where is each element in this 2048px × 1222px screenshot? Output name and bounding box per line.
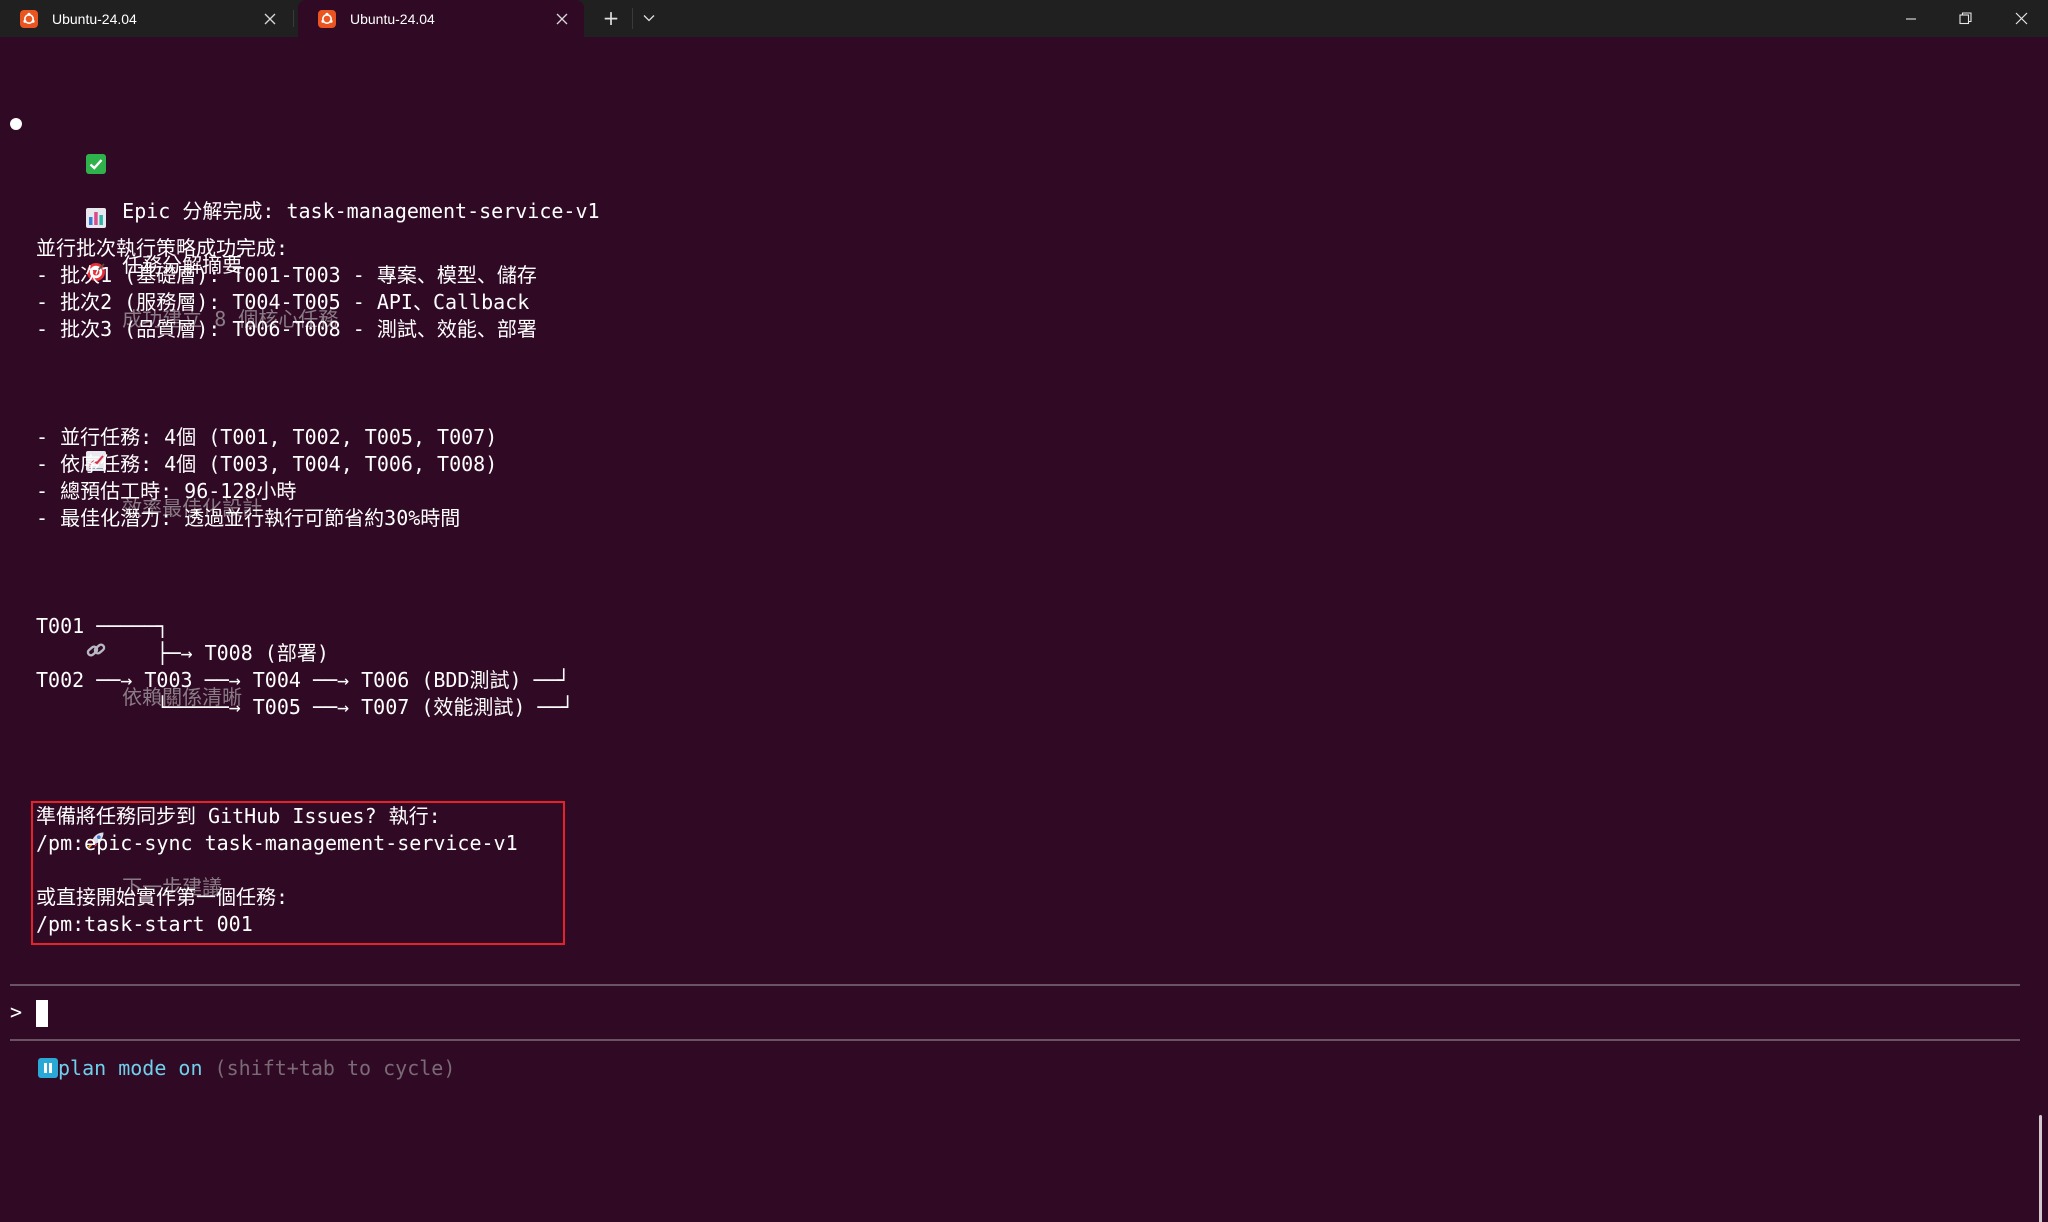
dependency-diagram-line: T001 ─────┐	[36, 614, 169, 638]
close-icon	[2015, 12, 2027, 25]
new-tab-button[interactable]: +	[596, 4, 626, 32]
scrollbar-thumb[interactable]	[2039, 1115, 2042, 1222]
batch-item: - 批次3 (品質層): T006-T008 - 測試、效能、部署	[36, 317, 537, 341]
pause-icon	[38, 1058, 58, 1078]
summary-title-line: 任務分解摘要	[38, 127, 242, 277]
restore-icon	[1958, 12, 1972, 25]
minimize-icon	[1906, 17, 1916, 20]
chart-increasing-icon	[86, 397, 107, 471]
bullet-dot	[10, 118, 22, 130]
dependency-diagram-line: └─────→ T005 ──→ T007 (效能測試) ──┘	[36, 695, 574, 719]
batch-item: - 批次1 (基礎層): T001-T003 - 專案、模型、儲存	[36, 263, 537, 287]
parallel-intro: 並行批次執行策略成功完成:	[36, 236, 289, 260]
next-step-line: 或直接開始實作第一個任務:	[36, 885, 289, 909]
tab-ubuntu-1[interactable]: Ubuntu-24.04	[0, 0, 292, 37]
restore-button[interactable]	[1938, 0, 1992, 37]
target-icon	[86, 208, 106, 281]
tab-divider	[293, 10, 294, 27]
check-mark-icon	[86, 100, 107, 174]
close-icon[interactable]	[258, 7, 282, 31]
chevron-down-icon[interactable]	[634, 4, 664, 32]
prompt-symbol: >	[10, 1000, 23, 1024]
input-divider-top	[10, 984, 2020, 986]
close-icon[interactable]	[550, 7, 574, 31]
mode-label: plan mode on	[58, 1056, 203, 1080]
efficiency-item: - 總預估工時: 96-128小時	[36, 479, 297, 503]
efficiency-section-line: 效率最佳化設計	[38, 370, 262, 520]
window-close-button[interactable]	[1994, 0, 2048, 37]
dependencies-section-line: 依賴關係清晰	[38, 559, 242, 709]
title-bar: Ubuntu-24.04 Ubuntu-24.04 +	[0, 0, 2048, 37]
ubuntu-icon	[20, 9, 38, 28]
toolbar-divider	[632, 8, 633, 29]
mode-hint: (shift+tab to cycle)	[214, 1056, 456, 1080]
efficiency-item: - 最佳化潛力: 透過並行執行可節省約30%時間	[36, 506, 461, 530]
terminal-output[interactable]: Epic 分解完成: task-management-service-v1 任務…	[0, 37, 2048, 1222]
next-step-command[interactable]: /pm:task-start 001	[36, 911, 253, 938]
ubuntu-icon	[318, 9, 336, 28]
rocket-icon	[86, 776, 106, 849]
bar-chart-icon	[86, 154, 107, 228]
epic-header-line: Epic 分解完成: task-management-service-v1	[38, 73, 600, 223]
link-icon	[86, 586, 106, 657]
tab-title: Ubuntu-24.04	[52, 10, 137, 27]
next-section-line: 下一步建議	[38, 749, 222, 899]
tab-ubuntu-2[interactable]: Ubuntu-24.04	[298, 0, 584, 37]
efficiency-item: - 並行任務: 4個 (T001, T002, T005, T007)	[36, 425, 498, 449]
mode-status: plan mode on (shift+tab to cycle)	[38, 1054, 455, 1082]
batch-item: - 批次2 (服務層): T004-T005 - API、Callback	[36, 290, 530, 314]
input-divider-bottom	[10, 1039, 2020, 1041]
success-section-line: 成功建立 8 個核心任務	[38, 181, 338, 331]
text-cursor[interactable]	[36, 1000, 48, 1027]
efficiency-item: - 依序任務: 4個 (T003, T004, T006, T008)	[36, 452, 498, 476]
dependency-diagram-line: T002 ──→ T003 ──→ T004 ──→ T006 (BDD測試) …	[36, 668, 570, 692]
next-step-line: 準備將任務同步到 GitHub Issues? 執行:	[36, 804, 441, 828]
minimize-button[interactable]	[1884, 0, 1938, 37]
dependency-diagram-line: ├─→ T008 (部署)	[36, 641, 329, 665]
next-step-command[interactable]: /pm:epic-sync task-management-service-v1	[36, 830, 518, 857]
tab-title: Ubuntu-24.04	[350, 10, 435, 27]
